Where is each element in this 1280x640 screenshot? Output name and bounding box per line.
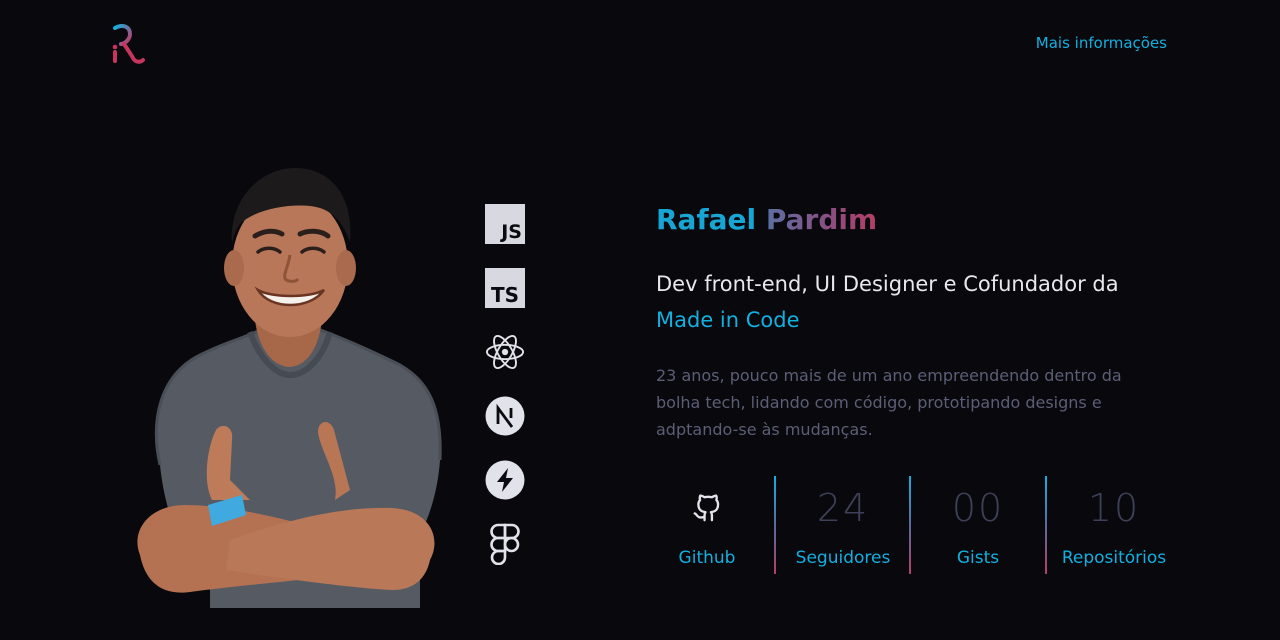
last-name: Pardim [765,203,878,236]
github-icon[interactable] [692,490,722,522]
react-icon [485,332,525,372]
gists-count: 00 [951,486,1005,530]
github-label: Github [678,548,736,568]
profile-name: Rafael Pardim [656,200,1176,240]
stat-github[interactable]: Github [640,476,774,574]
profile-info: Rafael Pardim Dev front-end, UI Designer… [656,200,1176,443]
javascript-icon: JS [485,204,525,244]
stat-repositories: 10 Repositórios [1047,476,1181,574]
nextjs-icon [485,396,525,436]
profile-photo [137,168,442,608]
rp-logo-icon[interactable] [110,22,148,66]
profile-bio: 23 anos, pouco mais de um ano empreenden… [656,366,1122,439]
profile-role: Dev front-end, UI Designer e Cofundador … [656,266,1176,338]
followers-label: Seguidores [795,548,891,568]
github-stats: Github 24 Seguidores 00 Gists 10 Reposit… [640,476,1185,574]
role-text: Dev front-end, UI Designer e Cofundador … [656,272,1119,296]
more-info-link[interactable]: Mais informações [1036,34,1167,52]
gists-label: Gists [956,548,1000,568]
first-name: Rafael [656,203,757,236]
followers-count: 24 [816,486,870,530]
figma-icon [485,523,525,565]
stat-followers: 24 Seguidores [776,476,910,574]
repositories-label: Repositórios [1061,548,1167,568]
bolt-icon [485,460,525,500]
company-name: Made in Code [656,308,800,332]
stat-gists: 00 Gists [911,476,1045,574]
repositories-count: 10 [1087,486,1141,530]
typescript-icon: TS [485,268,525,308]
profile-page: Mais informações JS TS Rafael Pardim Dev… [0,0,1280,640]
